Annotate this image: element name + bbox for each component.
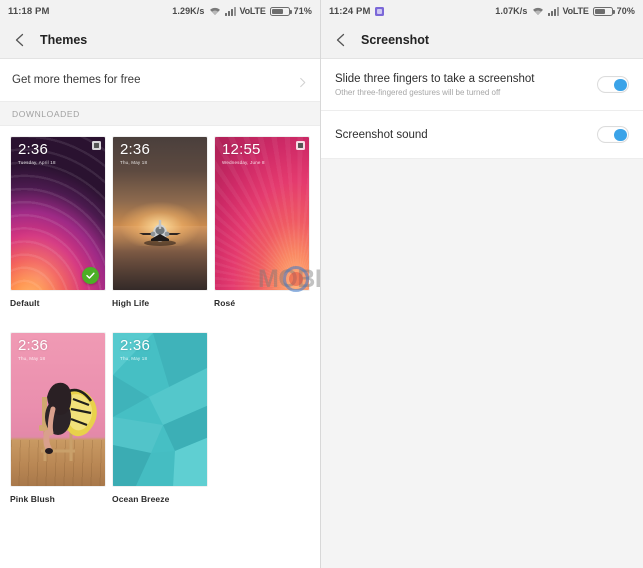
status-clock: 11:18 PM (8, 5, 50, 17)
theme-name: Rosé (214, 298, 236, 308)
lockscreen-date: Thu, May 18 (120, 355, 148, 361)
setting-subtitle: Other three-fingered gestures will be tu… (335, 87, 501, 97)
screenshot-settings-screen: 11:24 PM 1.07K/s VoLTE 70% Screenshot Sl… (321, 0, 643, 568)
app-notification-icon (375, 6, 385, 16)
page-title: Screenshot (361, 33, 430, 47)
network-type-label: VoLTE (239, 6, 266, 16)
status-bar-right-group: 1.29K/s VoLTE 71% (172, 6, 312, 16)
battery-percent-label: 70% (616, 6, 635, 16)
theme-card[interactable]: 2:36 Tuesday, April 18 Default (10, 136, 111, 332)
battery-percent-label: 71% (293, 6, 312, 16)
slide-three-fingers-toggle[interactable] (597, 76, 629, 93)
themes-grid: 2:36 Tuesday, April 18 Default 2:36 Thu,… (0, 126, 320, 527)
theme-name: Default (10, 298, 40, 308)
theme-thumbnail[interactable]: 12:55 Wednesday, June 8 (214, 136, 310, 291)
screenshot-sound-toggle[interactable] (597, 126, 629, 143)
lockscreen-date: Thu, May 18 (120, 160, 148, 165)
signal-bars-icon (547, 6, 559, 16)
dual-screenshot-container: 11:18 PM 1.29K/s VoLTE 71% Themes Get mo… (0, 0, 643, 568)
setting-text-group: Slide three fingers to take a screenshot… (335, 73, 534, 97)
toggle-knob (614, 128, 627, 141)
settings-empty-area (321, 159, 643, 568)
status-bar-left: 11:18 PM 1.29K/s VoLTE 71% (0, 0, 320, 22)
lockscreen-date: Wednesday, June 8 (222, 160, 265, 165)
back-chevron-icon[interactable] (12, 32, 28, 48)
setting-title: Slide three fingers to take a screenshot (335, 72, 535, 85)
chevron-right-icon (297, 75, 308, 87)
themes-screen: 11:18 PM 1.29K/s VoLTE 71% Themes Get mo… (0, 0, 321, 568)
settings-content: Slide three fingers to take a screenshot… (321, 59, 643, 568)
back-chevron-icon[interactable] (333, 32, 349, 48)
page-title: Themes (40, 33, 88, 47)
theme-name: High Life (112, 298, 150, 308)
lockscreen-time: 2:36 (120, 141, 150, 158)
network-type-label: VoLTE (562, 6, 589, 16)
theme-thumbnail[interactable]: 2:36 Thu, May 18 (10, 331, 106, 487)
lockscreen-date: Thu, May 18 (18, 355, 46, 361)
lockscreen-time: 12:55 (222, 141, 261, 158)
network-speed-label: 1.07K/s (495, 6, 528, 16)
delete-theme-icon[interactable] (296, 141, 305, 150)
theme-thumbnail[interactable]: 2:36 Tuesday, April 18 (10, 136, 106, 291)
setting-title: Screenshot sound (335, 128, 428, 141)
screenshot-title-bar: Screenshot (321, 22, 643, 59)
setting-row-screenshot-sound[interactable]: Screenshot sound (321, 111, 643, 159)
themes-title-bar: Themes (0, 22, 320, 59)
signal-bars-icon (224, 6, 236, 16)
get-more-themes-row[interactable]: Get more themes for free (0, 59, 320, 102)
delete-theme-icon[interactable] (92, 141, 101, 150)
status-bar-left-group: 11:24 PM (329, 5, 385, 17)
get-more-themes-label: Get more themes for free (12, 74, 141, 86)
wifi-icon (209, 6, 221, 16)
downloaded-section-header: DOWNLOADED (0, 102, 320, 126)
network-speed-label: 1.29K/s (172, 6, 205, 16)
lockscreen-time: 2:36 (18, 141, 48, 158)
battery-icon (592, 6, 615, 16)
lockscreen-time: 2:36 (120, 336, 150, 354)
toggle-knob (614, 78, 627, 91)
status-bar-right-group: 1.07K/s VoLTE 70% (495, 6, 635, 16)
status-bar-left-group: 11:18 PM (8, 6, 49, 17)
lockscreen-date: Tuesday, April 18 (18, 160, 56, 165)
theme-name: Ocean Breeze (112, 493, 170, 504)
theme-card[interactable]: 2:36 Thu, May 18 Pink Blush (10, 331, 111, 528)
theme-card[interactable]: 2:36 Thu, May 18 High Life (112, 136, 213, 332)
theme-card[interactable]: 2:36 Thu, May 18 Ocean Breeze (112, 331, 213, 528)
theme-thumbnail[interactable]: 2:36 Thu, May 18 (112, 331, 208, 487)
lockscreen-time: 2:36 (18, 336, 48, 354)
applied-check-icon (82, 267, 99, 284)
themes-content: Get more themes for free DOWNLOADED 2:36… (0, 59, 320, 568)
battery-icon (269, 6, 292, 16)
status-clock: 11:24 PM (329, 5, 371, 17)
theme-card[interactable]: 12:55 Wednesday, June 8 Rosé (214, 136, 315, 332)
setting-text-group: Screenshot sound (335, 129, 428, 141)
theme-thumbnail[interactable]: 2:36 Thu, May 18 (112, 136, 208, 291)
theme-name: Pink Blush (10, 493, 55, 504)
wifi-icon (532, 6, 544, 16)
status-bar-right: 11:24 PM 1.07K/s VoLTE 70% (321, 0, 643, 22)
setting-row-slide-three-fingers[interactable]: Slide three fingers to take a screenshot… (321, 59, 643, 111)
